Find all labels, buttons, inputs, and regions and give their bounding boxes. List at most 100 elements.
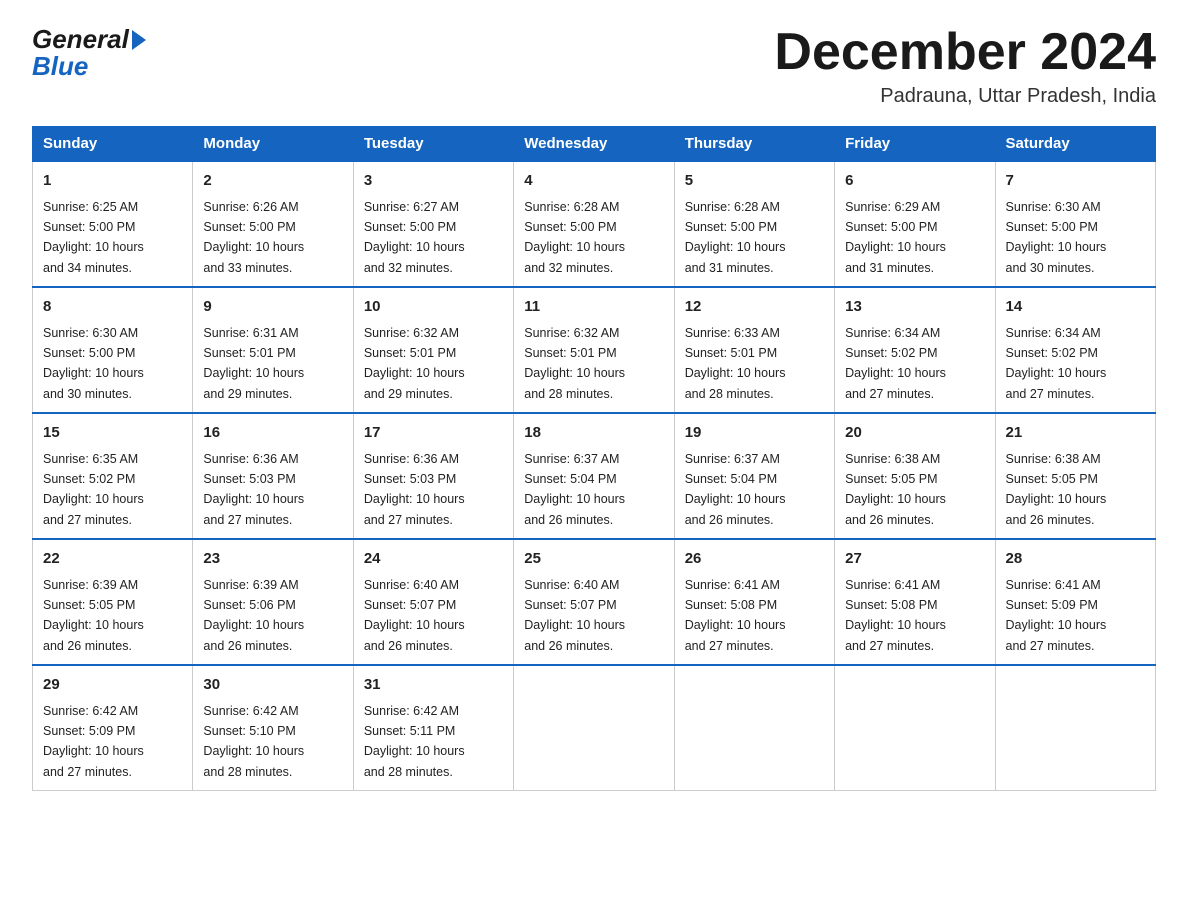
table-row: 3 Sunrise: 6:27 AMSunset: 5:00 PMDayligh…: [353, 161, 513, 287]
day-info: Sunrise: 6:32 AMSunset: 5:01 PMDaylight:…: [524, 326, 625, 401]
table-row: 12 Sunrise: 6:33 AMSunset: 5:01 PMDaylig…: [674, 287, 834, 413]
calendar-week-row: 22 Sunrise: 6:39 AMSunset: 5:05 PMDaylig…: [33, 539, 1156, 665]
day-info: Sunrise: 6:27 AMSunset: 5:00 PMDaylight:…: [364, 200, 465, 275]
day-info: Sunrise: 6:41 AMSunset: 5:09 PMDaylight:…: [1006, 578, 1107, 653]
calendar-week-row: 1 Sunrise: 6:25 AMSunset: 5:00 PMDayligh…: [33, 161, 1156, 287]
table-row: [835, 665, 995, 791]
day-info: Sunrise: 6:30 AMSunset: 5:00 PMDaylight:…: [1006, 200, 1107, 275]
day-number: 24: [364, 548, 503, 571]
table-row: 16 Sunrise: 6:36 AMSunset: 5:03 PMDaylig…: [193, 413, 353, 539]
day-number: 22: [43, 548, 182, 571]
day-number: 17: [364, 422, 503, 445]
day-number: 26: [685, 548, 824, 571]
day-info: Sunrise: 6:28 AMSunset: 5:00 PMDaylight:…: [524, 200, 625, 275]
day-info: Sunrise: 6:31 AMSunset: 5:01 PMDaylight:…: [203, 326, 304, 401]
header-wednesday: Wednesday: [514, 127, 674, 162]
day-info: Sunrise: 6:40 AMSunset: 5:07 PMDaylight:…: [524, 578, 625, 653]
day-number: 2: [203, 170, 342, 193]
table-row: 8 Sunrise: 6:30 AMSunset: 5:00 PMDayligh…: [33, 287, 193, 413]
table-row: [514, 665, 674, 791]
day-number: 27: [845, 548, 984, 571]
logo: General Blue: [32, 24, 146, 82]
day-info: Sunrise: 6:38 AMSunset: 5:05 PMDaylight:…: [1006, 452, 1107, 527]
day-info: Sunrise: 6:42 AMSunset: 5:10 PMDaylight:…: [203, 704, 304, 779]
day-info: Sunrise: 6:42 AMSunset: 5:11 PMDaylight:…: [364, 704, 465, 779]
day-number: 28: [1006, 548, 1145, 571]
day-number: 23: [203, 548, 342, 571]
day-info: Sunrise: 6:34 AMSunset: 5:02 PMDaylight:…: [1006, 326, 1107, 401]
calendar-week-row: 8 Sunrise: 6:30 AMSunset: 5:00 PMDayligh…: [33, 287, 1156, 413]
day-number: 13: [845, 296, 984, 319]
day-number: 1: [43, 170, 182, 193]
day-info: Sunrise: 6:25 AMSunset: 5:00 PMDaylight:…: [43, 200, 144, 275]
day-info: Sunrise: 6:40 AMSunset: 5:07 PMDaylight:…: [364, 578, 465, 653]
table-row: 25 Sunrise: 6:40 AMSunset: 5:07 PMDaylig…: [514, 539, 674, 665]
day-number: 4: [524, 170, 663, 193]
day-number: 3: [364, 170, 503, 193]
day-info: Sunrise: 6:37 AMSunset: 5:04 PMDaylight:…: [685, 452, 786, 527]
day-number: 6: [845, 170, 984, 193]
table-row: 24 Sunrise: 6:40 AMSunset: 5:07 PMDaylig…: [353, 539, 513, 665]
day-number: 31: [364, 674, 503, 697]
day-info: Sunrise: 6:41 AMSunset: 5:08 PMDaylight:…: [685, 578, 786, 653]
day-number: 25: [524, 548, 663, 571]
table-row: 13 Sunrise: 6:34 AMSunset: 5:02 PMDaylig…: [835, 287, 995, 413]
day-info: Sunrise: 6:33 AMSunset: 5:01 PMDaylight:…: [685, 326, 786, 401]
header-tuesday: Tuesday: [353, 127, 513, 162]
table-row: 7 Sunrise: 6:30 AMSunset: 5:00 PMDayligh…: [995, 161, 1155, 287]
table-row: 29 Sunrise: 6:42 AMSunset: 5:09 PMDaylig…: [33, 665, 193, 791]
day-info: Sunrise: 6:26 AMSunset: 5:00 PMDaylight:…: [203, 200, 304, 275]
day-number: 30: [203, 674, 342, 697]
table-row: 17 Sunrise: 6:36 AMSunset: 5:03 PMDaylig…: [353, 413, 513, 539]
table-row: 10 Sunrise: 6:32 AMSunset: 5:01 PMDaylig…: [353, 287, 513, 413]
logo-text-blue: Blue: [32, 51, 88, 82]
table-row: 30 Sunrise: 6:42 AMSunset: 5:10 PMDaylig…: [193, 665, 353, 791]
day-number: 20: [845, 422, 984, 445]
table-row: 11 Sunrise: 6:32 AMSunset: 5:01 PMDaylig…: [514, 287, 674, 413]
table-row: 1 Sunrise: 6:25 AMSunset: 5:00 PMDayligh…: [33, 161, 193, 287]
month-title: December 2024: [774, 24, 1156, 81]
day-number: 7: [1006, 170, 1145, 193]
day-number: 8: [43, 296, 182, 319]
table-row: 5 Sunrise: 6:28 AMSunset: 5:00 PMDayligh…: [674, 161, 834, 287]
calendar-table: Sunday Monday Tuesday Wednesday Thursday…: [32, 126, 1156, 791]
table-row: 14 Sunrise: 6:34 AMSunset: 5:02 PMDaylig…: [995, 287, 1155, 413]
day-number: 11: [524, 296, 663, 319]
day-info: Sunrise: 6:37 AMSunset: 5:04 PMDaylight:…: [524, 452, 625, 527]
day-info: Sunrise: 6:42 AMSunset: 5:09 PMDaylight:…: [43, 704, 144, 779]
day-number: 14: [1006, 296, 1145, 319]
day-number: 29: [43, 674, 182, 697]
day-info: Sunrise: 6:39 AMSunset: 5:05 PMDaylight:…: [43, 578, 144, 653]
table-row: 26 Sunrise: 6:41 AMSunset: 5:08 PMDaylig…: [674, 539, 834, 665]
header-thursday: Thursday: [674, 127, 834, 162]
table-row: 20 Sunrise: 6:38 AMSunset: 5:05 PMDaylig…: [835, 413, 995, 539]
day-number: 16: [203, 422, 342, 445]
table-row: 19 Sunrise: 6:37 AMSunset: 5:04 PMDaylig…: [674, 413, 834, 539]
day-info: Sunrise: 6:35 AMSunset: 5:02 PMDaylight:…: [43, 452, 144, 527]
day-number: 18: [524, 422, 663, 445]
location-subtitle: Padrauna, Uttar Pradesh, India: [774, 85, 1156, 108]
day-number: 5: [685, 170, 824, 193]
table-row: 9 Sunrise: 6:31 AMSunset: 5:01 PMDayligh…: [193, 287, 353, 413]
header-sunday: Sunday: [33, 127, 193, 162]
table-row: 6 Sunrise: 6:29 AMSunset: 5:00 PMDayligh…: [835, 161, 995, 287]
table-row: 21 Sunrise: 6:38 AMSunset: 5:05 PMDaylig…: [995, 413, 1155, 539]
table-row: 31 Sunrise: 6:42 AMSunset: 5:11 PMDaylig…: [353, 665, 513, 791]
page-header: General Blue December 2024 Padrauna, Utt…: [32, 24, 1156, 108]
day-number: 15: [43, 422, 182, 445]
day-info: Sunrise: 6:30 AMSunset: 5:00 PMDaylight:…: [43, 326, 144, 401]
day-number: 10: [364, 296, 503, 319]
day-number: 9: [203, 296, 342, 319]
calendar-week-row: 29 Sunrise: 6:42 AMSunset: 5:09 PMDaylig…: [33, 665, 1156, 791]
table-row: 23 Sunrise: 6:39 AMSunset: 5:06 PMDaylig…: [193, 539, 353, 665]
day-info: Sunrise: 6:36 AMSunset: 5:03 PMDaylight:…: [364, 452, 465, 527]
calendar-week-row: 15 Sunrise: 6:35 AMSunset: 5:02 PMDaylig…: [33, 413, 1156, 539]
day-number: 19: [685, 422, 824, 445]
day-info: Sunrise: 6:41 AMSunset: 5:08 PMDaylight:…: [845, 578, 946, 653]
day-info: Sunrise: 6:29 AMSunset: 5:00 PMDaylight:…: [845, 200, 946, 275]
day-info: Sunrise: 6:32 AMSunset: 5:01 PMDaylight:…: [364, 326, 465, 401]
table-row: 18 Sunrise: 6:37 AMSunset: 5:04 PMDaylig…: [514, 413, 674, 539]
header-saturday: Saturday: [995, 127, 1155, 162]
calendar-header-row: Sunday Monday Tuesday Wednesday Thursday…: [33, 127, 1156, 162]
table-row: 22 Sunrise: 6:39 AMSunset: 5:05 PMDaylig…: [33, 539, 193, 665]
